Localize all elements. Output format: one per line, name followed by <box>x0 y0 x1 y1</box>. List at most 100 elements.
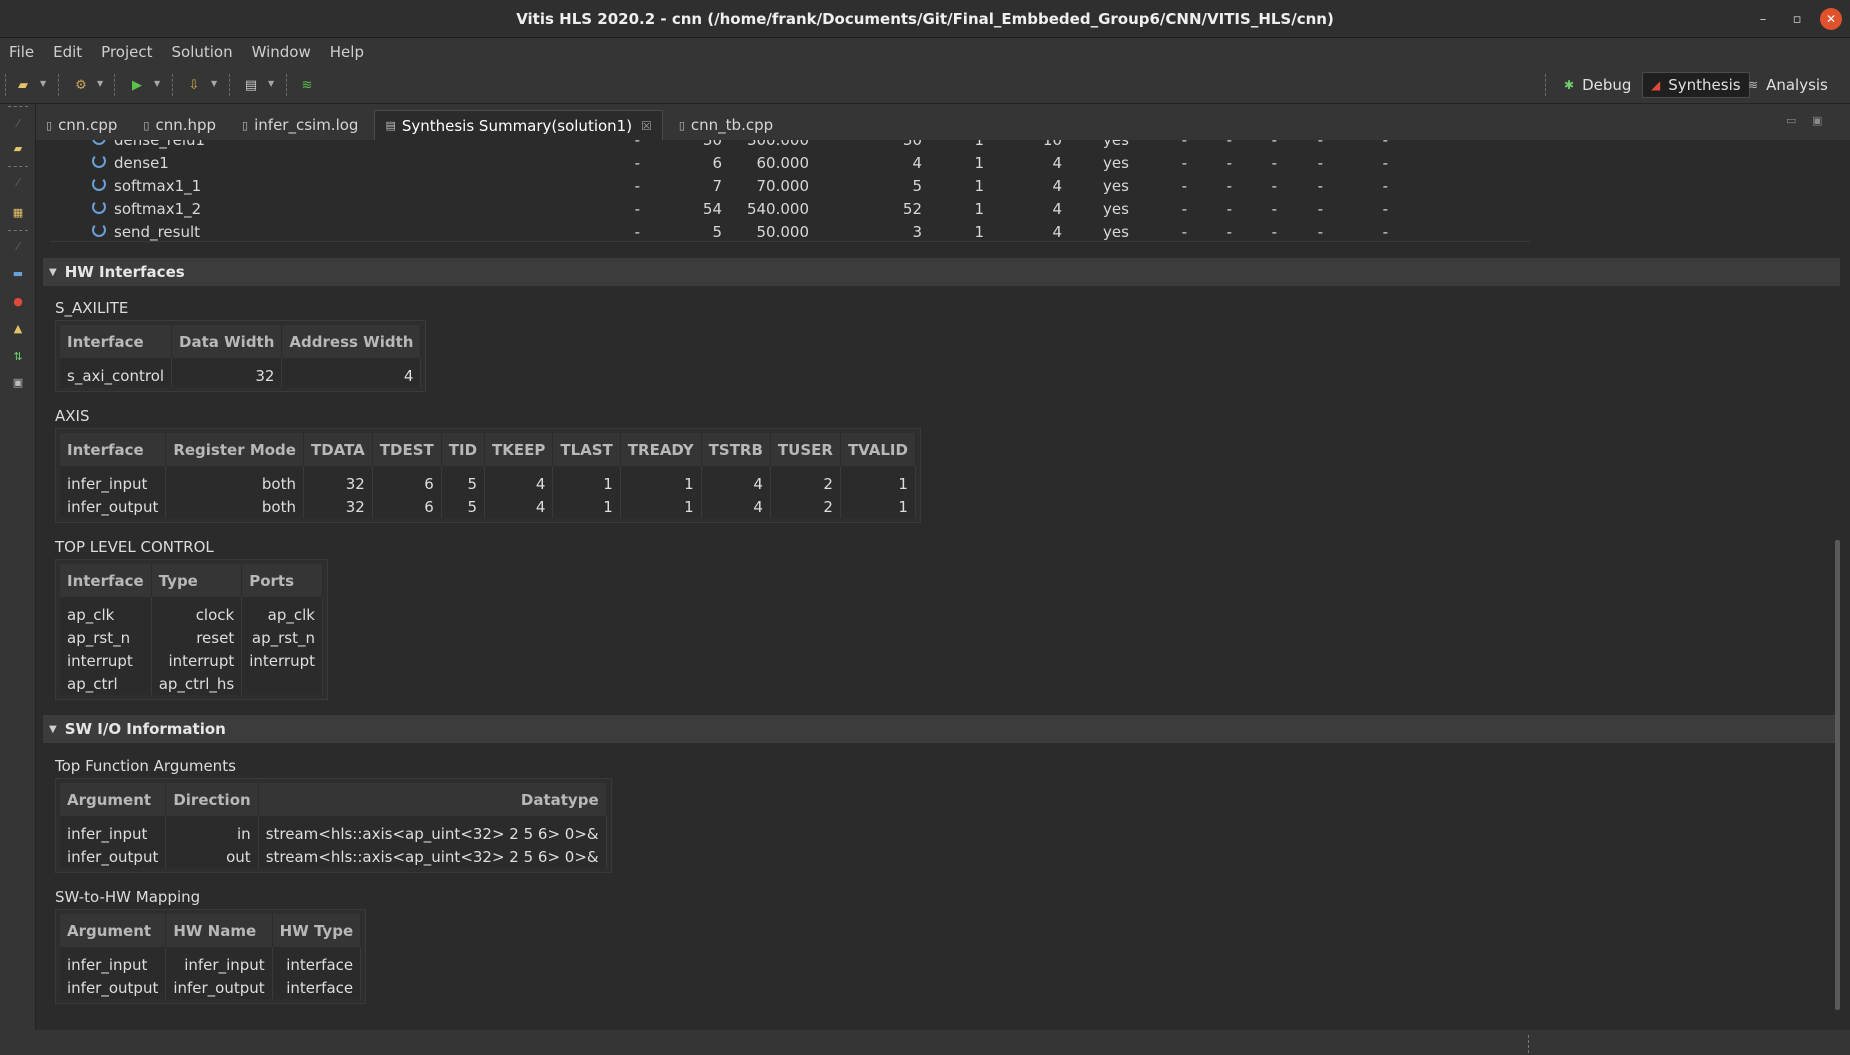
table-row[interactable]: infer_output infer_output interface <box>60 976 362 999</box>
tab-cnn-tb-cpp[interactable]: ▯ cnn_tb.cpp <box>669 110 783 140</box>
table-row[interactable]: infer_input infer_input interface <box>60 947 362 976</box>
settings-icon[interactable]: ⚙ <box>71 75 91 95</box>
column-header[interactable]: Interface <box>60 564 152 597</box>
chevron-down-icon[interactable]: ▼ <box>211 79 217 88</box>
collapse-caret-icon[interactable]: ▼ <box>49 724 57 735</box>
perspective-synthesis[interactable]: ◢ Synthesis <box>1642 72 1750 98</box>
table-row[interactable]: s_axi_control 32 4 <box>60 358 422 387</box>
column-header[interactable]: Ports <box>241 564 323 597</box>
column-header[interactable]: TKEEP <box>484 433 554 466</box>
latency-row[interactable]: dense1 - 6 60.000 4 1 4 yes - - - - - <box>92 152 1562 175</box>
table-row[interactable]: infer_output out stream<hls::axis<ap_uint<… <box>60 845 607 868</box>
loop-icon <box>92 200 106 214</box>
chevron-down-icon[interactable]: ▼ <box>268 79 274 88</box>
hw-interfaces-section-header[interactable]: ▼ HW Interfaces <box>43 258 1840 286</box>
table-row[interactable]: interrupt interrupt interrupt <box>60 649 323 672</box>
tab-cnn-cpp[interactable]: ▯ cnn.cpp <box>36 110 127 140</box>
table-cell: clock <box>151 597 243 626</box>
tab-infer-csim-log[interactable]: ▯ infer_csim.log <box>232 110 368 140</box>
perspective-analysis[interactable]: ≋ Analysis <box>1740 72 1836 98</box>
column-header[interactable]: Argument <box>60 914 167 947</box>
table-cell: infer_input <box>60 947 167 976</box>
report-icon[interactable]: ▤ <box>241 75 261 95</box>
column-header[interactable]: TSTRB <box>701 433 771 466</box>
export-icon[interactable]: ⇩ <box>184 75 204 95</box>
perspective-label: Analysis <box>1766 76 1828 94</box>
table-row[interactable]: ap_clk clock ap_clk <box>60 597 323 626</box>
chevron-down-icon[interactable]: ▼ <box>97 79 103 88</box>
table-cell: 2 <box>770 495 841 518</box>
close-icon[interactable]: ☒ <box>641 119 652 133</box>
table-row[interactable]: infer_input in stream<hls::axis<ap_uint<32… <box>60 816 607 845</box>
column-header[interactable]: TREADY <box>620 433 702 466</box>
column-header[interactable]: Interface <box>60 325 173 358</box>
tab-synthesis-summary[interactable]: ▤ Synthesis Summary(solution1) ☒ <box>374 110 663 140</box>
menu-project[interactable]: Project <box>101 43 152 61</box>
trim-separator <box>8 166 28 167</box>
table-cell: ap_clk <box>241 597 323 626</box>
column-header[interactable]: HW Type <box>272 914 362 947</box>
warnings-icon[interactable]: ▲ <box>10 321 26 335</box>
restore-icon[interactable]: ⁄ <box>10 239 26 253</box>
restore-button[interactable]: ▫ <box>1786 8 1808 30</box>
column-header[interactable]: Direction <box>165 783 259 816</box>
tab-label: cnn.cpp <box>58 116 118 134</box>
column-header[interactable]: TDEST <box>372 433 442 466</box>
open-project-icon[interactable]: ▰ <box>13 75 33 95</box>
column-header[interactable]: TVALID <box>840 433 916 466</box>
table-cell: ap_ctrl <box>60 672 152 695</box>
column-header[interactable]: HW Name <box>165 914 273 947</box>
column-header[interactable]: TDATA <box>303 433 373 466</box>
latency-cell: 4 <box>1052 200 1062 218</box>
tasks-icon[interactable]: ⇅ <box>10 349 26 363</box>
table-cell: 1 <box>620 495 702 518</box>
chevron-down-icon[interactable]: ▼ <box>40 79 46 88</box>
table-row[interactable]: ap_ctrl ap_ctrl_hs <box>60 672 323 695</box>
column-header[interactable]: Argument <box>60 783 167 816</box>
console-icon[interactable]: ▬ <box>10 266 26 280</box>
column-header[interactable]: Datatype <box>258 783 607 816</box>
run-icon[interactable]: ▶ <box>127 75 147 95</box>
table-row[interactable]: ap_rst_n reset ap_rst_n <box>60 626 323 649</box>
restore-icon[interactable]: ⁄ <box>10 175 26 189</box>
column-header[interactable]: Address Width <box>281 325 422 358</box>
minimize-button[interactable]: – <box>1752 8 1774 30</box>
restore-icon[interactable]: ⁄ <box>10 116 26 130</box>
latency-row[interactable]: softmax1_2 - 54 540.000 52 1 4 yes - - - - - <box>92 198 1562 221</box>
column-header[interactable]: TUSER <box>770 433 841 466</box>
minimize-icon[interactable]: ▭ <box>1786 114 1796 127</box>
column-header[interactable]: Type <box>151 564 243 597</box>
column-header[interactable]: Interface <box>60 433 167 466</box>
menu-file[interactable]: File <box>9 43 34 61</box>
menu-window[interactable]: Window <box>252 43 311 61</box>
table-cell: infer_output <box>60 845 167 868</box>
column-header[interactable]: Register Mode <box>165 433 304 466</box>
table-row[interactable]: infer_output both 32 6 5 4 1 1 4 2 1 <box>60 495 916 518</box>
vertical-scrollbar[interactable] <box>1835 540 1840 1010</box>
collapse-caret-icon[interactable]: ▼ <box>49 267 57 278</box>
table-cell: 5 <box>441 495 486 518</box>
column-header[interactable]: TID <box>441 433 486 466</box>
table-cell: 6 <box>372 495 442 518</box>
chevron-down-icon[interactable]: ▼ <box>154 79 160 88</box>
menu-edit[interactable]: Edit <box>53 43 82 61</box>
menu-solution[interactable]: Solution <box>172 43 233 61</box>
sw-io-section-header[interactable]: ▼ SW I/O Information <box>43 715 1840 743</box>
perspective-debug[interactable]: ✱ Debug <box>1556 72 1639 98</box>
compare-icon[interactable]: ≋ <box>297 75 317 95</box>
latency-row[interactable]: dense_relu1 - 30 300.000 30 1 10 yes - - - - - <box>92 140 1562 152</box>
menu-help[interactable]: Help <box>330 43 364 61</box>
latency-row[interactable]: softmax1_1 - 7 70.000 5 1 4 yes - - - - - <box>92 175 1562 198</box>
outline-icon[interactable]: ▦ <box>10 205 26 219</box>
errors-icon[interactable]: ● <box>10 294 26 308</box>
table-row[interactable]: infer_input both 32 6 5 4 1 1 4 2 1 <box>60 466 916 495</box>
explorer-icon[interactable]: ▰ <box>10 141 26 155</box>
maximize-icon[interactable]: ▣ <box>1812 114 1822 127</box>
properties-icon[interactable]: ▣ <box>10 375 26 389</box>
tab-cnn-hpp[interactable]: ▯ cnn.hpp <box>133 110 226 140</box>
column-header[interactable]: Data Width <box>171 325 283 358</box>
close-button[interactable]: ✕ <box>1820 8 1842 30</box>
s-axilite-heading: S_AXILITE <box>55 299 129 317</box>
resource-cell: - <box>1226 200 1232 218</box>
column-header[interactable]: TLAST <box>552 433 621 466</box>
